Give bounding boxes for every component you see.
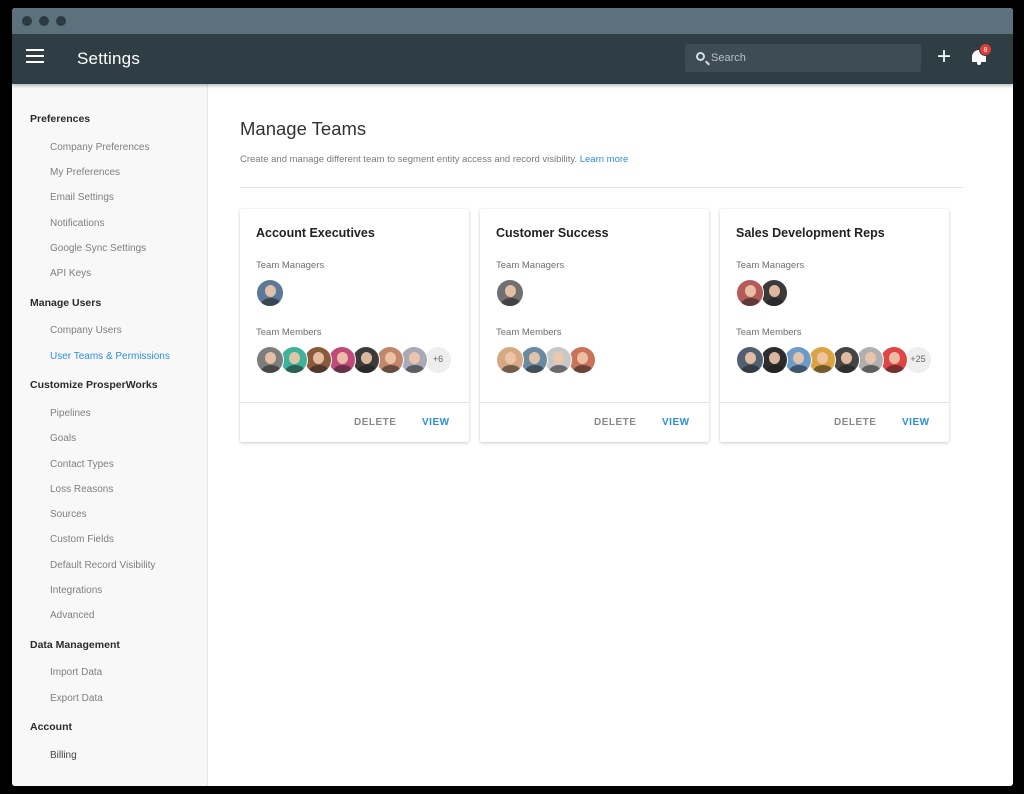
delete-team-button[interactable]: DELETE [354,417,396,428]
sidebar-item-company-users[interactable]: Company Users [50,325,122,336]
sidebar-section-account: Account [30,721,72,733]
avatar[interactable] [736,279,764,307]
avatar[interactable] [808,346,836,374]
divider [240,187,963,188]
avatar[interactable] [328,346,356,374]
avatar[interactable] [856,346,884,374]
search-input[interactable] [711,49,911,67]
avatar[interactable] [280,346,308,374]
team-managers-label: Team Managers [256,260,325,271]
sidebar-item-contact-types[interactable]: Contact Types [50,459,114,470]
team-name: Account Executives [256,226,375,240]
avatar[interactable] [760,279,788,307]
sidebar-item-export-data[interactable]: Export Data [50,693,103,704]
search-icon [696,52,705,61]
sidebar-section-customize-prosperworks: Customize ProsperWorks [30,379,158,391]
sidebar-item-sources[interactable]: Sources [50,509,87,520]
sidebar-item-notifications[interactable]: Notifications [50,218,104,229]
sidebar-item-integrations[interactable]: Integrations [50,585,102,596]
sidebar-item-loss-reasons[interactable]: Loss Reasons [50,484,113,495]
team-members-label: Team Members [496,327,562,338]
window-maximize-dot[interactable] [56,16,66,26]
sidebar-item-my-preferences[interactable]: My Preferences [50,167,120,178]
window-minimize-dot[interactable] [39,16,49,26]
sidebar-item-api-keys[interactable]: API Keys [50,268,91,279]
avatar[interactable] [520,346,548,374]
avatar[interactable] [496,346,524,374]
team-members-label: Team Members [736,327,802,338]
page-description-text: Create and manage different team to segm… [240,154,578,165]
avatar[interactable] [760,346,788,374]
avatar[interactable] [376,346,404,374]
hamburger-menu-icon[interactable] [26,49,44,65]
team-card: Customer Success Team Managers Team Memb… [480,209,709,442]
app-header: Settings + 8 [12,34,1013,84]
avatar[interactable] [880,346,908,374]
avatar[interactable] [832,346,860,374]
avatar[interactable] [352,346,380,374]
avatar[interactable] [256,346,284,374]
sidebar-item-company-preferences[interactable]: Company Preferences [50,142,150,153]
main-content: Manage Teams Create and manage different… [209,84,1013,786]
sidebar-item-goals[interactable]: Goals [50,433,76,444]
avatar[interactable] [496,279,524,307]
more-members-badge[interactable]: +6 [424,346,452,374]
avatar[interactable] [784,346,812,374]
window-titlebar [12,8,1013,34]
app-window: Settings + 8 Preferences Company Prefere… [12,8,1013,786]
card-divider [480,402,709,403]
settings-sidebar: Preferences Company Preferences My Prefe… [12,84,208,786]
search-box[interactable] [685,44,921,72]
window-close-dot[interactable] [22,16,32,26]
view-team-button[interactable]: VIEW [662,417,690,428]
sidebar-item-pipelines[interactable]: Pipelines [50,408,91,419]
page-description: Create and manage different team to segm… [240,154,628,165]
add-icon[interactable]: + [937,43,951,71]
avatar[interactable] [256,279,284,307]
sidebar-item-user-teams-permissions[interactable]: User Teams & Permissions [50,351,170,362]
sidebar-item-default-record-visibility[interactable]: Default Record Visibility [50,560,155,571]
avatar[interactable] [544,346,572,374]
sidebar-section-data-management: Data Management [30,639,120,651]
avatar[interactable] [304,346,332,374]
team-card: Account Executives Team Managers Team Me… [240,209,469,442]
page-title: Manage Teams [240,118,367,139]
sidebar-item-email-settings[interactable]: Email Settings [50,192,114,203]
notification-badge: 8 [979,43,992,56]
sidebar-item-google-sync-settings[interactable]: Google Sync Settings [50,243,146,254]
view-team-button[interactable]: VIEW [422,417,450,428]
avatar[interactable] [568,346,596,374]
learn-more-link[interactable]: Learn more [580,154,629,165]
more-members-badge[interactable]: +25 [904,346,932,374]
team-members-label: Team Members [256,327,322,338]
team-name: Customer Success [496,226,609,240]
sidebar-item-import-data[interactable]: Import Data [50,667,102,678]
team-name: Sales Development Reps [736,226,885,240]
view-team-button[interactable]: VIEW [902,417,930,428]
team-managers-label: Team Managers [736,260,805,271]
avatar[interactable] [736,346,764,374]
sidebar-section-preferences: Preferences [30,113,91,125]
team-managers-label: Team Managers [496,260,565,271]
sidebar-item-billing[interactable]: Billing [50,750,77,761]
card-divider [240,402,469,403]
sidebar-item-advanced[interactable]: Advanced [50,610,94,621]
avatar[interactable] [400,346,428,374]
delete-team-button[interactable]: DELETE [834,417,876,428]
sidebar-item-custom-fields[interactable]: Custom Fields [50,534,114,545]
app-title: Settings [77,49,141,68]
card-divider [720,402,949,403]
sidebar-section-manage-users: Manage Users [30,297,102,309]
delete-team-button[interactable]: DELETE [594,417,636,428]
team-card: Sales Development Reps Team Managers Tea… [720,209,949,442]
